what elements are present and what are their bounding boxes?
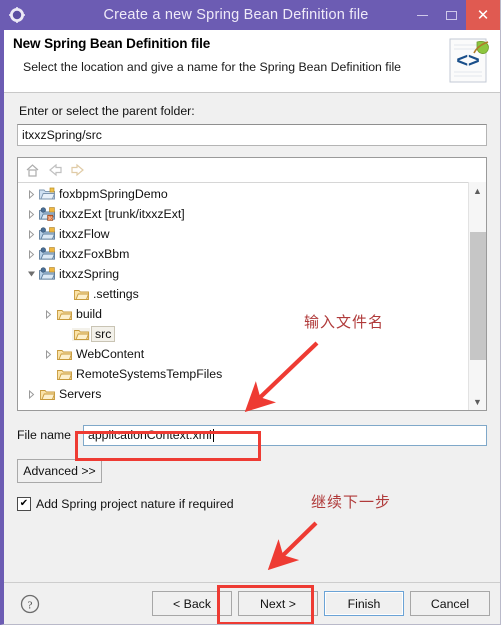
gear-icon (4, 0, 30, 30)
close-button[interactable]: ✕ (466, 0, 500, 30)
close-icon: ✕ (476, 6, 490, 24)
chevron-down-icon[interactable] (25, 270, 38, 278)
svg-text:38: 38 (48, 215, 53, 220)
tree-item-itxxzfoxbbm[interactable]: itxxzFoxBbm (18, 244, 468, 264)
tree-item-itxxzext-trunk-itxxzext[interactable]: 38 itxxzExt [trunk/itxxzExt] (18, 204, 468, 224)
spring-nature-checkbox[interactable]: ✔ (17, 497, 31, 511)
maximize-button[interactable] (437, 0, 466, 30)
folder-icon (55, 308, 73, 321)
folder-icon (72, 288, 90, 301)
folder-tree[interactable]: foxbpmSpringDemo 38 itxxzExt [trunk/itxxzE… (18, 182, 468, 410)
minimize-button[interactable] (408, 0, 437, 30)
tree-item-itxxzflow[interactable]: itxxzFlow (18, 224, 468, 244)
folder-tree-panel: foxbpmSpringDemo 38 itxxzExt [trunk/itxxzE… (17, 157, 487, 411)
file-name-row: File name applicationContext.xml (17, 424, 487, 446)
back-button[interactable]: < Back (152, 591, 232, 616)
forward-arrow-icon[interactable] (68, 160, 88, 180)
tree-item-label: foxbpmSpringDemo (59, 187, 168, 201)
file-name-label: File name (17, 428, 71, 442)
file-name-input[interactable]: applicationContext.xml (83, 424, 487, 446)
folder-icon (38, 388, 56, 401)
dialog-window: Create a new Spring Bean Definition file… (0, 0, 501, 625)
chevron-right-icon[interactable] (25, 229, 38, 239)
parent-folder-input[interactable]: itxxzSpring/src (17, 124, 487, 146)
tree-item-label: itxxzExt [trunk/itxxzExt] (59, 207, 185, 221)
tree-item-foxbpmspringdemo[interactable]: foxbpmSpringDemo (18, 184, 468, 204)
back-arrow-icon[interactable] (45, 160, 65, 180)
chevron-right-icon[interactable] (25, 389, 38, 399)
project-icon (38, 267, 56, 281)
tree-item-label: itxxzFoxBbm (59, 247, 130, 261)
chevron-right-icon[interactable] (25, 249, 38, 259)
next-button[interactable]: Next > (238, 591, 318, 616)
window-title: Create a new Spring Bean Definition file (103, 7, 369, 23)
window-controls: ✕ (408, 0, 500, 30)
advanced-button[interactable]: Advanced >> (17, 459, 102, 483)
project-icon (38, 227, 56, 241)
tree-item-remotesystemstempfiles[interactable]: RemoteSystemsTempFiles (18, 364, 468, 384)
text-caret (212, 428, 214, 442)
project-repo-icon: 38 (38, 207, 56, 221)
tree-item-label: .settings (93, 287, 139, 301)
tree-item-itxxzspring[interactable]: itxxzSpring (18, 264, 468, 284)
project-icon (38, 247, 56, 261)
scrollbar-thumb[interactable] (470, 232, 486, 360)
footer-button-group: < Back Next > Finish Cancel (152, 591, 490, 616)
tree-item-label: WebContent (76, 347, 145, 361)
chevron-right-icon[interactable] (25, 209, 38, 219)
parent-folder-value: itxxzSpring/src (22, 128, 102, 142)
file-name-value: applicationContext.xml (88, 428, 212, 442)
chevron-right-icon[interactable] (42, 309, 55, 319)
xml-spring-file-icon: <> (447, 36, 491, 84)
title-bar: Create a new Spring Bean Definition file… (4, 0, 500, 30)
tree-item-settings[interactable]: .settings (18, 284, 468, 304)
project-folder-icon (38, 187, 56, 201)
help-icon[interactable]: ? (20, 594, 40, 614)
parent-folder-label: Enter or select the parent folder: (19, 104, 195, 118)
tree-main: foxbpmSpringDemo 38 itxxzExt [trunk/itxxzE… (18, 182, 486, 410)
tree-item-label: itxxzSpring (59, 267, 120, 281)
svg-text:?: ? (28, 599, 33, 611)
dialog-header: New Spring Bean Definition file Select t… (4, 30, 500, 93)
tree-item-label: itxxzFlow (59, 227, 110, 241)
page-subtitle: Select the location and give a name for … (23, 60, 402, 74)
home-icon[interactable] (22, 160, 42, 180)
spring-nature-row[interactable]: ✔ Add Spring project nature if required (17, 497, 487, 511)
tree-item-label: RemoteSystemsTempFiles (76, 367, 223, 381)
scroll-down-icon[interactable]: ▼ (469, 393, 486, 410)
tree-item-servers[interactable]: Servers (18, 384, 468, 404)
svg-text:<>: <> (456, 50, 479, 72)
scrollbar-track[interactable] (469, 199, 486, 393)
minimize-icon (417, 14, 428, 16)
tree-item-build[interactable]: build (18, 304, 468, 324)
finish-button[interactable]: Finish (324, 591, 404, 616)
tree-item-label: Servers (59, 387, 102, 401)
chevron-right-icon[interactable] (42, 349, 55, 359)
folder-icon (55, 368, 73, 381)
tree-item-label: build (76, 307, 102, 321)
tree-scrollbar[interactable]: ▲ ▼ (468, 182, 486, 410)
tree-item-webcontent[interactable]: WebContent (18, 344, 468, 364)
dialog-footer: ? < Back Next > Finish Cancel (4, 582, 500, 624)
tree-item-label: src (91, 326, 116, 342)
maximize-icon (446, 10, 457, 20)
dialog-body: Enter or select the parent folder: itxxz… (4, 93, 500, 584)
tree-toolbar (18, 158, 486, 182)
folder-icon (55, 348, 73, 361)
tree-item-src[interactable]: src (18, 324, 468, 344)
spring-nature-label: Add Spring project nature if required (36, 497, 234, 511)
page-title: New Spring Bean Definition file (13, 36, 211, 51)
scroll-up-icon[interactable]: ▲ (469, 182, 486, 199)
folder-icon (72, 327, 90, 341)
chevron-right-icon[interactable] (25, 189, 38, 199)
cancel-button[interactable]: Cancel (410, 591, 490, 616)
